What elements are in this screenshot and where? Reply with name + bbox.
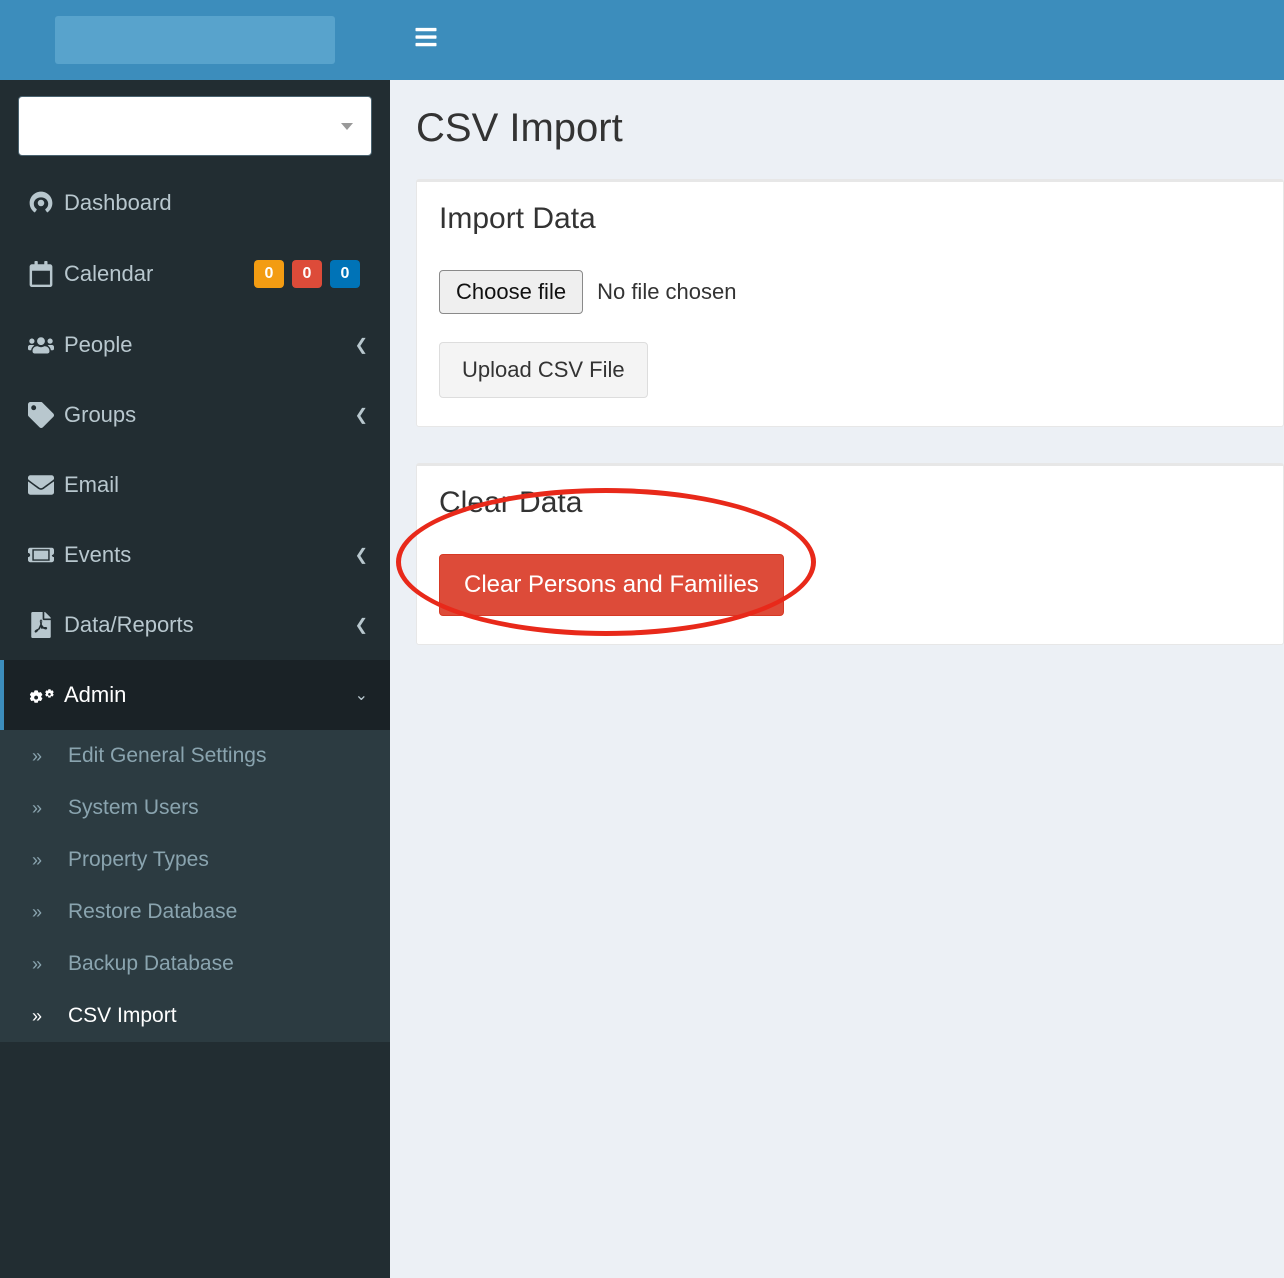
sidebar-search[interactable]: [18, 96, 372, 156]
panel-header: Import Data: [417, 182, 1283, 246]
dashboard-icon: [28, 190, 64, 216]
badge-blue: 0: [330, 260, 360, 288]
subnav-restore-database[interactable]: » Restore Database: [0, 886, 390, 938]
content: CSV Import Import Data Choose file No fi…: [390, 80, 1284, 1278]
sidebar-search-wrap: [0, 80, 390, 168]
choose-file-button[interactable]: Choose file: [439, 270, 583, 314]
sidebar-item-label: Events: [64, 542, 355, 568]
envelope-icon: [28, 472, 64, 498]
file-pdf-icon: [28, 612, 64, 638]
sidebar-item-label: Data/Reports: [64, 612, 355, 638]
sidebar-item-label: Groups: [64, 402, 355, 428]
page-title: CSV Import: [416, 106, 1284, 151]
chevron-left-icon: ❮: [355, 405, 368, 425]
import-data-panel: Import Data Choose file No file chosen U…: [416, 179, 1284, 427]
caret-down-icon: [341, 123, 353, 130]
upload-csv-button[interactable]: Upload CSV File: [439, 342, 648, 398]
calendar-badges: 0 0 0: [254, 260, 360, 288]
sidebar-item-data-reports[interactable]: Data/Reports ❮: [0, 590, 390, 660]
sidebar-item-label: Admin: [64, 682, 355, 708]
logo-placeholder: [55, 16, 335, 64]
sidebar-logo: [0, 0, 390, 80]
subnav-property-types[interactable]: » Property Types: [0, 834, 390, 886]
sidebar-item-events[interactable]: Events ❮: [0, 520, 390, 590]
clear-persons-families-button[interactable]: Clear Persons and Families: [439, 554, 784, 616]
angle-double-right-icon: »: [32, 1006, 68, 1027]
sidebar-item-email[interactable]: Email: [0, 450, 390, 520]
main: CSV Import Import Data Choose file No fi…: [390, 0, 1284, 1278]
sidebar-item-label: People: [64, 332, 355, 358]
hamburger-icon[interactable]: [414, 25, 438, 56]
badge-orange: 0: [254, 260, 284, 288]
admin-subnav: » Edit General Settings » System Users »…: [0, 730, 390, 1042]
angle-double-right-icon: »: [32, 850, 68, 871]
ticket-icon: [28, 542, 64, 568]
subnav-label: Edit General Settings: [68, 744, 266, 768]
chevron-left-icon: ❮: [355, 615, 368, 635]
clear-data-panel: Clear Data Clear Persons and Families: [416, 463, 1284, 645]
chevron-left-icon: ❮: [355, 335, 368, 355]
badge-red: 0: [292, 260, 322, 288]
subnav-label: Restore Database: [68, 900, 237, 924]
subnav-system-users[interactable]: » System Users: [0, 782, 390, 834]
subnav-csv-import[interactable]: » CSV Import: [0, 990, 390, 1042]
chevron-left-icon: ❮: [355, 545, 368, 565]
panel-body: Choose file No file chosen Upload CSV Fi…: [417, 246, 1283, 402]
sidebar-item-people[interactable]: People ❮: [0, 310, 390, 380]
angle-double-right-icon: »: [32, 798, 68, 819]
sidebar-nav: Dashboard Calendar 0 0 0 People ❮ Gr: [0, 168, 390, 1042]
topbar: [390, 0, 1284, 80]
sidebar: Dashboard Calendar 0 0 0 People ❮ Gr: [0, 0, 390, 1278]
sidebar-item-label: Calendar: [64, 261, 254, 287]
sidebar-item-calendar[interactable]: Calendar 0 0 0: [0, 238, 390, 310]
angle-double-right-icon: »: [32, 902, 68, 923]
panel-header: Clear Data: [417, 466, 1283, 530]
sidebar-item-groups[interactable]: Groups ❮: [0, 380, 390, 450]
calendar-icon: [28, 261, 64, 287]
file-status: No file chosen: [597, 279, 736, 305]
cogs-icon: [28, 682, 64, 708]
subnav-label: System Users: [68, 796, 199, 820]
subnav-label: Property Types: [68, 848, 209, 872]
sidebar-item-admin[interactable]: Admin ⌄: [0, 660, 390, 730]
subnav-backup-database[interactable]: » Backup Database: [0, 938, 390, 990]
tag-icon: [28, 402, 64, 428]
angle-double-right-icon: »: [32, 954, 68, 975]
angle-double-right-icon: »: [32, 746, 68, 767]
sidebar-item-label: Dashboard: [64, 190, 368, 216]
sidebar-item-dashboard[interactable]: Dashboard: [0, 168, 390, 238]
file-row: Choose file No file chosen: [439, 270, 1261, 314]
panel-body: Clear Persons and Families: [417, 530, 1283, 620]
subnav-label: Backup Database: [68, 952, 234, 976]
subnav-edit-general-settings[interactable]: » Edit General Settings: [0, 730, 390, 782]
chevron-down-icon: ⌄: [355, 685, 368, 705]
sidebar-item-label: Email: [64, 472, 368, 498]
people-icon: [28, 332, 64, 358]
subnav-label: CSV Import: [68, 1004, 177, 1028]
